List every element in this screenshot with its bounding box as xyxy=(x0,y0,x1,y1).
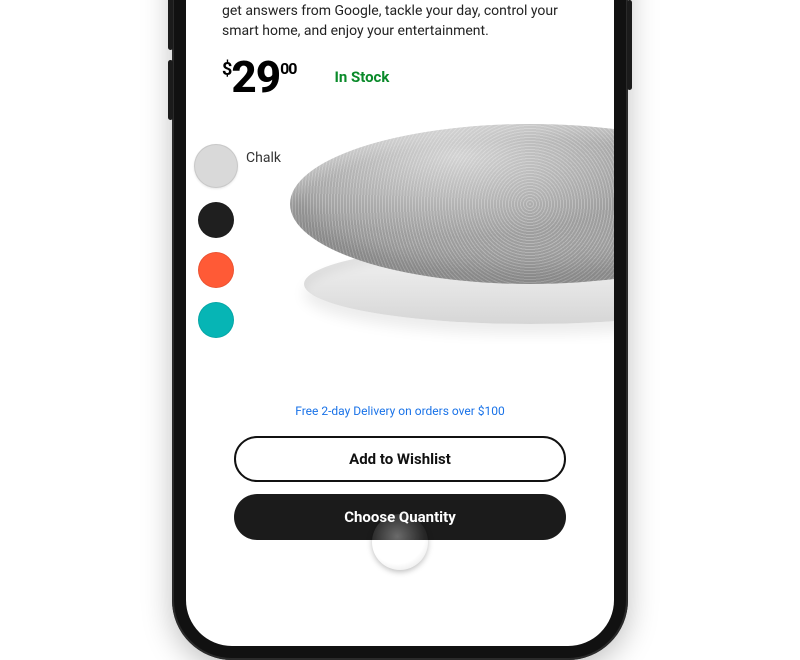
selected-color-label: Chalk xyxy=(246,150,281,166)
shipping-promo-link[interactable]: Free 2-day Delivery on orders over $100 xyxy=(186,404,614,418)
device-illustration xyxy=(290,124,614,334)
choose-quantity-button[interactable]: Choose Quantity xyxy=(234,494,566,540)
add-to-wishlist-button[interactable]: Add to Wishlist xyxy=(234,436,566,482)
color-swatch-chalk[interactable] xyxy=(194,144,238,188)
device-top xyxy=(290,124,614,284)
product-description: get answers from Google, tackle your day… xyxy=(222,2,578,41)
price-whole: 29 xyxy=(231,55,280,99)
currency-symbol: $ xyxy=(222,59,231,80)
price-row: $ 29 00 In Stock xyxy=(222,55,578,99)
color-swatch-charcoal[interactable] xyxy=(198,202,234,238)
product-image xyxy=(290,114,614,344)
product-price: $ 29 00 xyxy=(222,55,296,99)
stock-status: In Stock xyxy=(334,68,389,86)
phone-volume-up xyxy=(168,0,173,50)
product-content: get answers from Google, tackle your day… xyxy=(186,0,614,99)
price-cents: 00 xyxy=(280,59,296,78)
color-swatch-aqua[interactable] xyxy=(198,302,234,338)
color-swatch-list xyxy=(194,144,238,338)
phone-frame: get answers from Google, tackle your day… xyxy=(172,0,628,660)
phone-screen: get answers from Google, tackle your day… xyxy=(186,0,614,646)
phone-power-button xyxy=(627,0,632,90)
phone-volume-down xyxy=(168,60,173,120)
color-swatch-coral[interactable] xyxy=(198,252,234,288)
